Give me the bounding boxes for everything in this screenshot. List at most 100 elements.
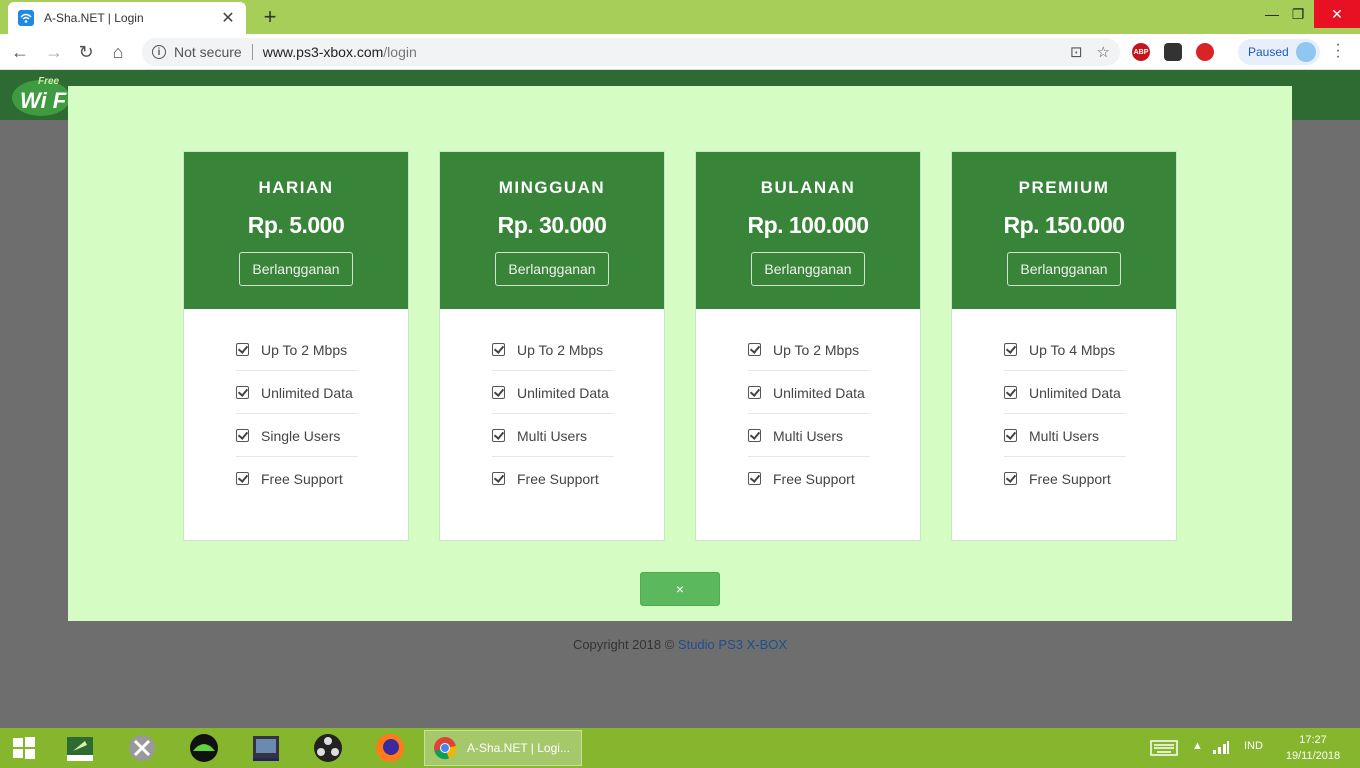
- checkbox-icon: [1004, 429, 1017, 442]
- plan-card-premium: PREMIUM Rp. 150.000 Berlangganan Up To 4…: [951, 151, 1177, 541]
- subscribe-button[interactable]: Berlangganan: [751, 252, 865, 286]
- new-tab-button[interactable]: +: [258, 4, 282, 30]
- copyright-link[interactable]: Studio PS3 X-BOX: [678, 637, 787, 652]
- feature-list: Up To 2 Mbps Unlimited Data Multi Users …: [492, 328, 614, 500]
- checkbox-icon: [492, 343, 505, 356]
- checkbox-icon: [748, 472, 761, 485]
- feature-list: Up To 4 Mbps Unlimited Data Multi Users …: [1004, 328, 1126, 500]
- list-item: Up To 2 Mbps: [236, 328, 358, 371]
- security-label: Not secure: [174, 44, 242, 60]
- windows-start-icon[interactable]: [8, 732, 40, 764]
- list-item: Free Support: [1004, 457, 1126, 500]
- back-icon[interactable]: ←: [8, 40, 32, 64]
- subscribe-button[interactable]: Berlangganan: [495, 252, 609, 286]
- obs-icon[interactable]: [312, 732, 344, 764]
- list-item: Up To 2 Mbps: [492, 328, 614, 371]
- clock-date: 19/11/2018: [1285, 750, 1341, 762]
- list-item: Up To 4 Mbps: [1004, 328, 1126, 371]
- plan-price: Rp. 150.000: [1003, 212, 1125, 238]
- forward-icon[interactable]: →: [42, 40, 66, 64]
- plan-name: BULANAN: [760, 178, 856, 197]
- list-item: Single Users: [236, 414, 358, 457]
- page: Free Wi F HARIAN Rp. 5.000 Berlangganan …: [0, 70, 1360, 728]
- menu-icon[interactable]: · · ·: [1330, 37, 1346, 65]
- plan-name: PREMIUM: [1018, 178, 1110, 197]
- checkbox-icon: [236, 472, 249, 485]
- app-icon[interactable]: [250, 732, 282, 764]
- adblock-icon[interactable]: ABP: [1132, 43, 1150, 61]
- checkbox-icon: [492, 429, 505, 442]
- translate-icon[interactable]: ⊡: [1070, 43, 1083, 61]
- divider: [251, 44, 253, 60]
- plan-card-harian: HARIAN Rp. 5.000 Berlangganan Up To 2 Mb…: [183, 151, 409, 541]
- plan-header: HARIAN Rp. 5.000 Berlangganan: [184, 152, 408, 309]
- plan-price: Rp. 30.000: [497, 212, 607, 238]
- checkbox-icon: [1004, 343, 1017, 356]
- checkbox-icon: [748, 386, 761, 399]
- list-item: Unlimited Data: [236, 371, 358, 414]
- plan-name: HARIAN: [258, 178, 334, 197]
- system-clock[interactable]: 17:27 19/11/2018: [1278, 732, 1348, 764]
- xbox-icon[interactable]: [126, 732, 158, 764]
- restore-icon[interactable]: ❐: [1282, 0, 1314, 28]
- modal-close-button[interactable]: ×: [640, 572, 720, 606]
- list-item: Unlimited Data: [492, 371, 614, 414]
- profile-button[interactable]: Paused: [1238, 39, 1320, 65]
- list-item: Multi Users: [1004, 414, 1126, 457]
- signal-icon[interactable]: [1212, 740, 1230, 757]
- feature-list: Up To 2 Mbps Unlimited Data Single Users…: [236, 328, 358, 500]
- logo-wifi-text: Wi F: [20, 88, 67, 113]
- close-icon[interactable]: ✕: [220, 8, 236, 28]
- taskbar: A-Sha.NET | Logi... ▲ IND 17:27 19/11/20…: [0, 728, 1360, 768]
- app-icon[interactable]: [64, 732, 96, 764]
- profile-label: Paused: [1248, 45, 1289, 59]
- clock-time: 17:27: [1299, 734, 1327, 746]
- copyright-text: Copyright 2018 ©: [572, 637, 678, 652]
- checkbox-icon: [236, 386, 249, 399]
- keyboard-icon[interactable]: [1150, 740, 1178, 759]
- checkbox-icon: [1004, 472, 1017, 485]
- subscribe-button[interactable]: Berlangganan: [239, 252, 353, 286]
- app-icon[interactable]: [188, 732, 220, 764]
- opera-icon[interactable]: [1196, 43, 1214, 61]
- browser-tabstrip: A-Sha.NET | Login ✕ + — ❐ ✕: [0, 0, 1360, 34]
- copyright: Copyright 2018 © Studio PS3 X-BOX: [0, 637, 1360, 652]
- firefox-icon[interactable]: [374, 732, 406, 764]
- taskbar-chrome-window[interactable]: A-Sha.NET | Logi...: [424, 730, 582, 766]
- plan-name: MINGGUAN: [498, 178, 606, 197]
- extension-icon[interactable]: [1164, 43, 1182, 61]
- language-indicator[interactable]: IND: [1244, 740, 1263, 752]
- subscribe-button[interactable]: Berlangganan: [1007, 252, 1121, 286]
- browser-tab[interactable]: A-Sha.NET | Login ✕: [8, 2, 246, 34]
- wifi-icon: [18, 10, 34, 26]
- chevron-up-icon[interactable]: ▲: [1192, 740, 1203, 752]
- home-icon[interactable]: ⌂: [106, 40, 130, 64]
- reload-icon[interactable]: ↻: [74, 40, 98, 64]
- checkbox-icon: [748, 429, 761, 442]
- list-item: Up To 2 Mbps: [748, 328, 870, 371]
- url-path: /login: [383, 44, 417, 60]
- list-item: Free Support: [492, 457, 614, 500]
- plan-header: MINGGUAN Rp. 30.000 Berlangganan: [440, 152, 664, 309]
- url-host: www.ps3-xbox.com: [262, 44, 384, 60]
- info-icon[interactable]: i: [152, 45, 166, 59]
- logo-free-text: Free: [38, 76, 60, 87]
- avatar: [1296, 42, 1316, 62]
- plan-card-bulanan: BULANAN Rp. 100.000 Berlangganan Up To 2…: [695, 151, 921, 541]
- plan-header: BULANAN Rp. 100.000 Berlangganan: [696, 152, 920, 309]
- tab-title: A-Sha.NET | Login: [44, 11, 144, 25]
- checkbox-icon: [236, 429, 249, 442]
- bookmark-star-icon[interactable]: ☆: [1097, 43, 1110, 61]
- checkbox-icon: [492, 386, 505, 399]
- window-close-icon[interactable]: ✕: [1314, 0, 1360, 28]
- pricing-modal: HARIAN Rp. 5.000 Berlangganan Up To 2 Mb…: [68, 86, 1292, 621]
- address-bar[interactable]: i Not secure www.ps3-xbox.com /login ⊡ ☆: [142, 38, 1120, 66]
- checkbox-icon: [1004, 386, 1017, 399]
- checkbox-icon: [748, 343, 761, 356]
- plan-header: PREMIUM Rp. 150.000 Berlangganan: [952, 152, 1176, 309]
- list-item: Free Support: [236, 457, 358, 500]
- feature-list: Up To 2 Mbps Unlimited Data Multi Users …: [748, 328, 870, 500]
- plan-price: Rp. 5.000: [247, 212, 345, 238]
- plan-price: Rp. 100.000: [747, 212, 869, 238]
- list-item: Unlimited Data: [1004, 371, 1126, 414]
